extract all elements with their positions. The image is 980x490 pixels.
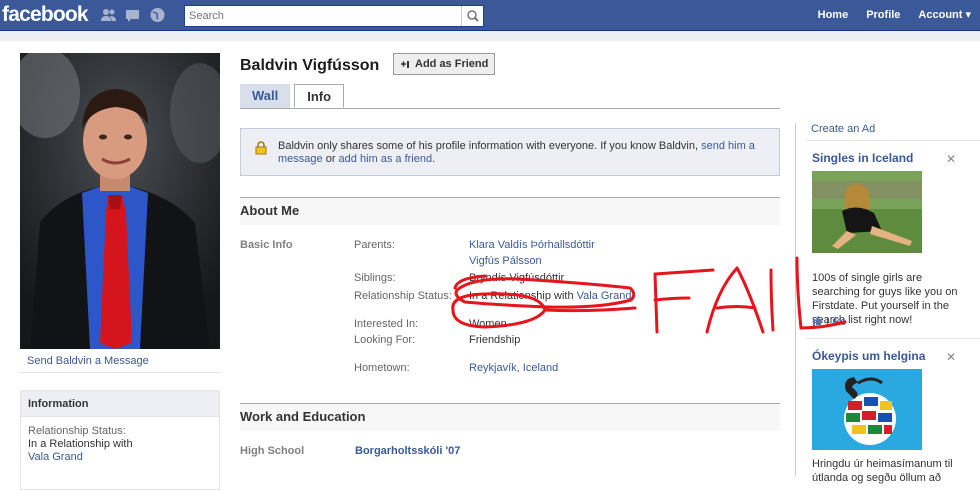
high-school-label: High School [240,445,305,457]
add-him-friend-link[interactable]: add him as a friend [339,153,433,165]
tab-info[interactable]: Info [294,84,345,108]
parent-link-2[interactable]: Vigfús Pálsson [469,254,542,268]
work-education-heading: Work and Education [240,403,780,431]
profile-tabs: Wall Info [240,84,345,108]
about-me-title: About Me [240,203,300,218]
information-body: Relationship Status: In a Relationship w… [21,417,219,472]
nav-home[interactable]: Home [809,0,858,31]
facebook-logo[interactable]: facebook [2,3,89,27]
thumbs-up-icon [813,316,822,326]
ad2-text: Hringdu úr heimasímanum til útlanda og s… [812,458,953,484]
work-education-title: Work and Education [240,409,366,424]
ad1-close-icon[interactable]: ✕ [946,152,956,166]
ad1-like-link[interactable]: Like [812,315,846,329]
notifications-icon[interactable] [149,7,166,23]
ad2-globe-phone [812,369,922,450]
information-relationship-label: Relationship Status: [28,425,126,437]
add-friend-label: Add as Friend [415,58,489,70]
information-relationship-value: In a Relationship with [28,438,133,450]
high-school-link[interactable]: Borgarholtsskóli '07 [355,444,460,458]
search-button[interactable] [461,6,483,26]
ad-separator-2 [806,338,980,339]
parents-label: Parents: [354,239,395,251]
interested-in-value: Women [469,318,507,330]
profile-name: Baldvin Vigfússon [240,57,380,74]
parent-link-1[interactable]: Klara Valdís Þórhallsdóttir [469,238,595,252]
relationship-partner-link[interactable]: Vala Grand [577,290,632,302]
relationship-label: Relationship Status: [354,290,452,302]
search-box [184,5,484,27]
add-friend-icon [401,61,409,68]
ad1-like-label: Like [826,316,847,328]
profile-photo[interactable] [20,53,220,349]
interested-in-label: Interested In: [354,318,419,330]
siblings-label: Siblings: [354,272,396,284]
notice-text: Baldvin only shares some of his profile … [278,140,702,152]
notice-text-mid: or [322,153,339,165]
ad2-image[interactable] [812,369,922,450]
basic-info-label: Basic Info [240,239,293,251]
hometown-link[interactable]: Reykjavík, Iceland [469,361,558,375]
top-bar: facebook Home Profile Account [0,0,980,31]
ad1-image[interactable] [812,171,922,253]
sub-bar [0,31,980,41]
information-heading: Information [21,391,219,417]
nav-account[interactable]: Account [909,0,980,31]
tab-wall[interactable]: Wall [240,84,291,108]
notice-text-end: . [432,153,436,165]
messages-icon[interactable] [124,7,141,23]
looking-for-value: Friendship [469,334,521,346]
relationship-value: In a Relationship with Vala Grand [469,289,631,303]
profile-photo-image [20,53,220,349]
right-column-divider [795,123,796,476]
nav-profile[interactable]: Profile [857,0,909,31]
friend-requests-icon[interactable] [100,7,117,23]
top-nav: Home Profile Account [809,0,980,31]
about-me-heading: About Me [240,197,780,225]
search-input[interactable] [185,6,455,26]
search-icon [467,10,479,22]
ad2-title[interactable]: Ókeypis um helgina [812,349,925,363]
ad1-title[interactable]: Singles in Iceland [812,151,913,165]
add-friend-button[interactable]: Add as Friend [393,53,496,75]
relationship-prefix: In a Relationship with [469,290,577,302]
tab-underline [240,108,780,109]
ad1-photo [812,171,922,253]
send-message-link[interactable]: Send Baldvin a Message [27,355,149,367]
looking-for-label: Looking For: [354,334,416,346]
ad2-close-icon[interactable]: ✕ [946,350,956,364]
information-partner-link[interactable]: Vala Grand [28,451,212,464]
left-divider [20,372,220,373]
siblings-value: Bryndís Vigfúsdóttir [469,272,565,284]
create-ad-link[interactable]: Create an Ad [811,123,875,135]
hometown-label: Hometown: [354,362,410,374]
lock-icon [255,141,267,155]
ad-separator [806,140,980,141]
privacy-notice: Baldvin only shares some of his profile … [240,128,780,176]
information-box: Information Relationship Status: In a Re… [20,390,220,490]
